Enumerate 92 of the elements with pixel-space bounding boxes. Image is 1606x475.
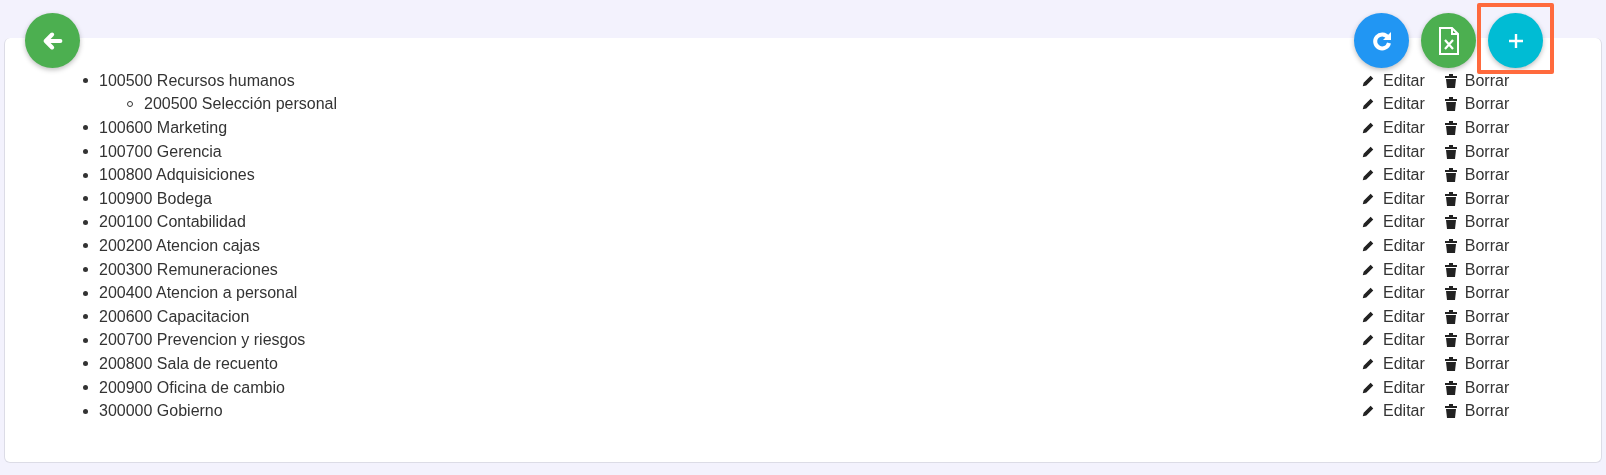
bullet-icon <box>83 314 88 320</box>
trash-icon <box>1444 144 1457 159</box>
bullet-icon <box>83 219 88 225</box>
edit-link[interactable]: Editar <box>1361 142 1425 161</box>
trash-icon <box>1444 215 1457 230</box>
bullet-icon <box>83 243 88 249</box>
delete-link[interactable]: Borrar <box>1444 284 1510 303</box>
bullet-icon <box>83 290 88 296</box>
pencil-icon <box>1361 73 1375 88</box>
pencil-icon <box>1361 168 1375 183</box>
department-name: 200700 Prevencion y riesgos <box>99 331 306 350</box>
delete-link[interactable]: Borrar <box>1444 236 1510 255</box>
trash-icon <box>1444 191 1457 206</box>
trash-icon <box>1444 333 1457 348</box>
pencil-icon <box>1361 238 1375 253</box>
bullet-icon <box>83 172 88 178</box>
edit-link[interactable]: Editar <box>1361 284 1425 303</box>
plus-icon <box>1506 31 1525 50</box>
bullet-icon <box>83 78 88 84</box>
department-name: 100600 Marketing <box>99 119 228 137</box>
trash-icon <box>1444 309 1457 324</box>
bullet-icon <box>83 385 88 390</box>
trash-icon <box>1444 380 1457 395</box>
department-name: 200300 Remuneraciones <box>99 260 278 279</box>
delete-link[interactable]: Borrar <box>1444 331 1510 350</box>
bullet-icon <box>83 149 88 155</box>
pencil-icon <box>1361 286 1375 301</box>
trash-icon <box>1444 168 1457 183</box>
trash-icon <box>1444 121 1457 135</box>
delete-link[interactable]: Borrar <box>1444 213 1510 232</box>
department-name: 100700 Gerencia <box>99 142 222 161</box>
edit-link[interactable]: Editar <box>1361 354 1425 373</box>
bullet-icon <box>83 408 88 414</box>
pencil-icon <box>1361 356 1375 371</box>
bullet-icon <box>83 267 88 273</box>
department-name: 200900 Oficina de cambio <box>99 378 285 397</box>
delete-link[interactable]: Borrar <box>1444 260 1510 279</box>
spreadsheet-file-icon <box>1437 26 1460 55</box>
pencil-icon <box>1361 333 1375 348</box>
pencil-icon <box>1361 144 1375 159</box>
edit-link[interactable]: Editar <box>1361 402 1425 421</box>
department-name: 100900 Bodega <box>99 189 212 208</box>
delete-link[interactable]: Borrar <box>1444 378 1510 397</box>
trash-icon <box>1444 356 1457 371</box>
bullet-icon <box>83 337 88 343</box>
delete-link[interactable]: Borrar <box>1444 142 1510 161</box>
edit-link[interactable]: Editar <box>1361 236 1425 255</box>
pencil-icon <box>1361 309 1375 324</box>
trash-icon <box>1444 73 1457 88</box>
pencil-icon <box>1361 262 1375 277</box>
trash-icon <box>1444 97 1457 112</box>
delete-link[interactable]: Borrar <box>1444 307 1510 326</box>
department-name: 200500 Selección personal <box>144 95 338 114</box>
edit-link[interactable]: Editar <box>1361 119 1425 137</box>
delete-link[interactable]: Borrar <box>1444 71 1510 90</box>
bullet-icon <box>83 125 88 131</box>
delete-link[interactable]: Borrar <box>1444 354 1510 373</box>
department-name: 200600 Capacitacion <box>99 307 250 326</box>
edit-link[interactable]: Editar <box>1361 95 1425 114</box>
bullet-icon <box>83 196 88 202</box>
trash-icon <box>1444 262 1457 277</box>
edit-link[interactable]: Editar <box>1361 307 1425 326</box>
department-name: 100500 Recursos humanos <box>99 71 295 90</box>
edit-link[interactable]: Editar <box>1361 331 1425 350</box>
edit-link[interactable]: Editar <box>1361 378 1425 397</box>
trash-icon <box>1444 238 1457 253</box>
pencil-icon <box>1361 97 1375 112</box>
edit-link[interactable]: Editar <box>1361 213 1425 232</box>
department-name: 200200 Atencion cajas <box>99 236 260 255</box>
pencil-icon <box>1361 121 1375 135</box>
delete-link[interactable]: Borrar <box>1444 119 1510 137</box>
delete-link[interactable]: Borrar <box>1444 95 1510 114</box>
edit-link[interactable]: Editar <box>1361 71 1425 90</box>
delete-link[interactable]: Borrar <box>1444 402 1510 421</box>
arrow-left-icon <box>41 29 64 52</box>
pencil-icon <box>1361 191 1375 206</box>
department-name: 300000 Gobierno <box>99 402 223 421</box>
trash-icon <box>1444 286 1457 301</box>
edit-link[interactable]: Editar <box>1361 260 1425 279</box>
pencil-icon <box>1361 215 1375 230</box>
trash-icon <box>1444 404 1457 419</box>
department-name: 200400 Atencion a personal <box>99 284 298 303</box>
edit-link[interactable]: Editar <box>1361 189 1425 208</box>
bullet-icon <box>83 361 88 367</box>
delete-link[interactable]: Borrar <box>1444 189 1510 208</box>
department-name: 200800 Sala de recuento <box>99 354 278 373</box>
department-name: 100800 Adquisiciones <box>99 166 255 185</box>
department-name: 200100 Contabilidad <box>99 213 246 232</box>
pencil-icon <box>1361 404 1375 419</box>
pencil-icon <box>1361 380 1375 395</box>
edit-link[interactable]: Editar <box>1361 166 1425 185</box>
delete-link[interactable]: Borrar <box>1444 166 1510 185</box>
